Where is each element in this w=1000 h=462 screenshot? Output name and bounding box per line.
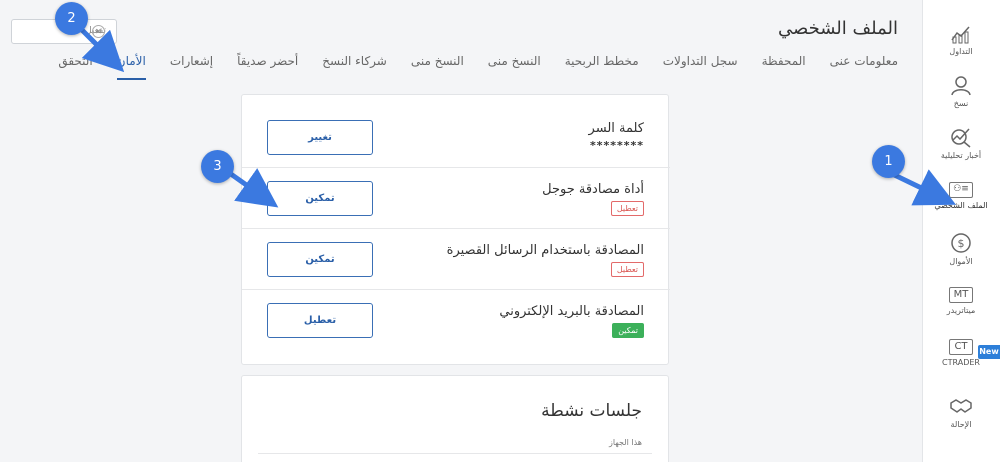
sidebar-item-copy[interactable]: نسخ <box>922 74 1000 108</box>
main-sidebar: التداول نسخ أخبار تحليلية ⚇≡ الملف الشخص… <box>922 0 1000 462</box>
sidebar-item-label: CTRADER <box>942 358 980 367</box>
tab-copy-partners[interactable]: شركاء النسخ <box>322 54 387 80</box>
email-auth-label: المصادقة بالبريد الإلكتروني <box>499 304 644 319</box>
dollar-icon: $ <box>951 233 971 253</box>
change-password-button[interactable]: تغيير <box>267 120 373 155</box>
active-sessions-title: جلسات نشطة <box>541 401 642 421</box>
sidebar-item-referral[interactable]: الإحالة <box>922 395 1000 429</box>
tab-about[interactable]: معلومات عنى <box>830 54 898 80</box>
chart-icon <box>951 26 970 44</box>
sidebar-item-profile[interactable]: ⚇≡ الملف الشخصي <box>922 182 1000 210</box>
analysis-icon <box>951 128 971 148</box>
profile-tabs: معلومات عنى المحفظة سجل التداولات مخطط ا… <box>38 54 898 80</box>
password-value: ******** <box>589 139 644 152</box>
x-circle-icon: ✕ <box>92 25 105 38</box>
callout-badge-3: 3 <box>201 150 234 183</box>
enable-google-auth-button[interactable]: تمكين <box>267 181 373 216</box>
tab-trade-history[interactable]: سجل التداولات <box>663 54 738 80</box>
email-auth-row: المصادقة بالبريد الإلكتروني تمكين تعطيل <box>242 290 670 351</box>
tab-wallet[interactable]: المحفظة <box>762 54 806 80</box>
callout-badge-2: 2 <box>55 2 88 35</box>
sidebar-item-metatrader[interactable]: MT ميتاتريدر <box>922 287 1000 315</box>
user-copy-icon <box>951 76 971 96</box>
new-badge: New <box>978 345 1000 359</box>
tab-profit-chart[interactable]: مخطط الربحية <box>565 54 639 80</box>
active-sessions-card: جلسات نشطة هذا الجهاز <box>241 375 669 462</box>
sms-auth-status-badge: تعطيل <box>610 262 644 277</box>
divider <box>258 453 652 454</box>
email-auth-status-badge: تمكين <box>612 323 644 338</box>
tab-verification[interactable]: التحقق <box>58 54 92 80</box>
sidebar-item-trading[interactable]: التداول <box>922 22 1000 56</box>
tab-security[interactable]: الأمان <box>116 54 146 80</box>
tab-invite-friend[interactable]: أحضر صديقاً <box>237 54 298 80</box>
metatrader-icon: MT <box>949 287 973 303</box>
page-title: الملف الشخصي <box>778 18 898 39</box>
svg-text:$: $ <box>958 237 965 250</box>
callout-badge-1: 1 <box>872 145 905 178</box>
tab-copy-me-2[interactable]: النسخ منى <box>411 54 464 80</box>
sidebar-item-funds[interactable]: $ الأموال <box>922 232 1000 266</box>
sidebar-item-label: الأموال <box>949 257 973 266</box>
google-auth-status-badge: تعطيل <box>610 201 644 216</box>
tab-notifications[interactable]: إشعارات <box>170 54 213 80</box>
disable-email-auth-button[interactable]: تعطيل <box>267 303 373 338</box>
sms-auth-row: المصادقة باستخدام الرسائل القصيرة تعطيل … <box>242 229 670 290</box>
sidebar-item-label: نسخ <box>953 99 969 108</box>
sidebar-item-label: الملف الشخصي <box>934 201 988 210</box>
sidebar-item-label: التداول <box>949 47 973 56</box>
profile-card-icon: ⚇≡ <box>949 182 973 198</box>
google-auth-row: أداة مصادقة جوجل تعطيل تمكين <box>242 168 670 229</box>
sidebar-item-label: الإحالة <box>950 420 972 429</box>
sidebar-item-label: أخبار تحليلية <box>940 151 982 160</box>
sidebar-item-label: ميتاتريدر <box>946 306 976 315</box>
handshake-icon <box>950 399 972 413</box>
password-label: كلمة السر <box>588 121 644 136</box>
sidebar-item-analysis[interactable]: أخبار تحليلية <box>922 126 1000 160</box>
google-auth-label: أداة مصادقة جوجل <box>542 182 644 197</box>
this-device-label: هذا الجهاز <box>609 438 642 447</box>
security-card: كلمة السر ******** تغيير أداة مصادقة جوج… <box>241 94 670 365</box>
enable-sms-auth-button[interactable]: تمكين <box>267 242 373 277</box>
ctrader-icon: CT <box>949 339 973 355</box>
tab-copy-me[interactable]: النسخ منى <box>488 54 541 80</box>
sms-auth-label: المصادقة باستخدام الرسائل القصيرة <box>446 243 644 258</box>
password-row: كلمة السر ******** تغيير <box>242 107 670 168</box>
